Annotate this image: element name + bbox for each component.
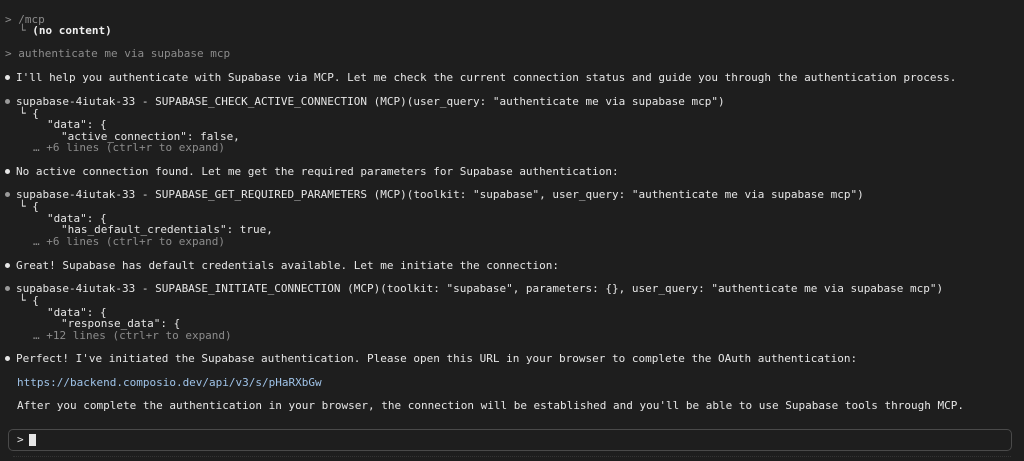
assistant-message-text: Great! Supabase has default credentials …: [16, 259, 560, 272]
tool-bullet-icon: [5, 285, 10, 291]
tool-call-text: supabase-4iutak-33 - SUPABASE_GET_REQUIR…: [16, 188, 864, 201]
assistant-message-text: I'll help you authenticate with Supabase…: [16, 71, 957, 84]
message-bullet-icon: [5, 74, 10, 80]
message-bullet-icon: [5, 262, 10, 268]
tool-call: supabase-4iutak-33 - SUPABASE_INITIATE_C…: [5, 282, 943, 296]
oauth-url-link[interactable]: https://backend.composio.dev/api/v3/s/pH…: [17, 376, 322, 390]
assistant-message: No active connection found. Let me get t…: [5, 165, 619, 179]
assistant-message: Perfect! I've initiated the Supabase aut…: [5, 352, 857, 366]
history-command-authenticate: > authenticate me via supabase mcp: [5, 47, 231, 60]
tool-output-line: └ {: [19, 294, 39, 307]
prompt-symbol: >: [17, 433, 24, 446]
assistant-message-text: Perfect! I've initiated the Supabase aut…: [16, 352, 858, 365]
assistant-message-text: No active connection found. Let me get t…: [16, 165, 619, 178]
assistant-message-text: After you complete the authentication in…: [17, 399, 965, 412]
expand-hint[interactable]: … +6 lines (ctrl+r to expand): [33, 141, 225, 155]
tool-call-text: supabase-4iutak-33 - SUPABASE_INITIATE_C…: [16, 282, 944, 295]
message-bullet-icon: [5, 168, 10, 174]
text-cursor: [29, 434, 36, 446]
tool-bullet-icon: [5, 98, 10, 104]
assistant-message: I'll help you authenticate with Supabase…: [5, 71, 956, 85]
expand-hint[interactable]: … +6 lines (ctrl+r to expand): [33, 235, 225, 249]
tree-connector: └: [19, 24, 33, 37]
assistant-message: Great! Supabase has default credentials …: [5, 259, 559, 273]
history-command-result: └ (no content): [19, 24, 112, 38]
prompt-input[interactable]: >: [8, 429, 1012, 451]
tool-output-line: └ {: [19, 200, 39, 213]
message-bullet-icon: [5, 355, 10, 361]
footer-divider: [13, 456, 1011, 461]
no-content-text: (no content): [32, 24, 112, 37]
tool-bullet-icon: [5, 191, 10, 197]
expand-hint[interactable]: … +12 lines (ctrl+r to expand): [33, 329, 232, 343]
tool-output-line: └ {: [19, 107, 39, 120]
tool-call-text: supabase-4iutak-33 - SUPABASE_CHECK_ACTI…: [16, 95, 725, 108]
tool-call: supabase-4iutak-33 - SUPABASE_GET_REQUIR…: [5, 188, 864, 202]
tool-call: supabase-4iutak-33 - SUPABASE_CHECK_ACTI…: [5, 95, 725, 109]
